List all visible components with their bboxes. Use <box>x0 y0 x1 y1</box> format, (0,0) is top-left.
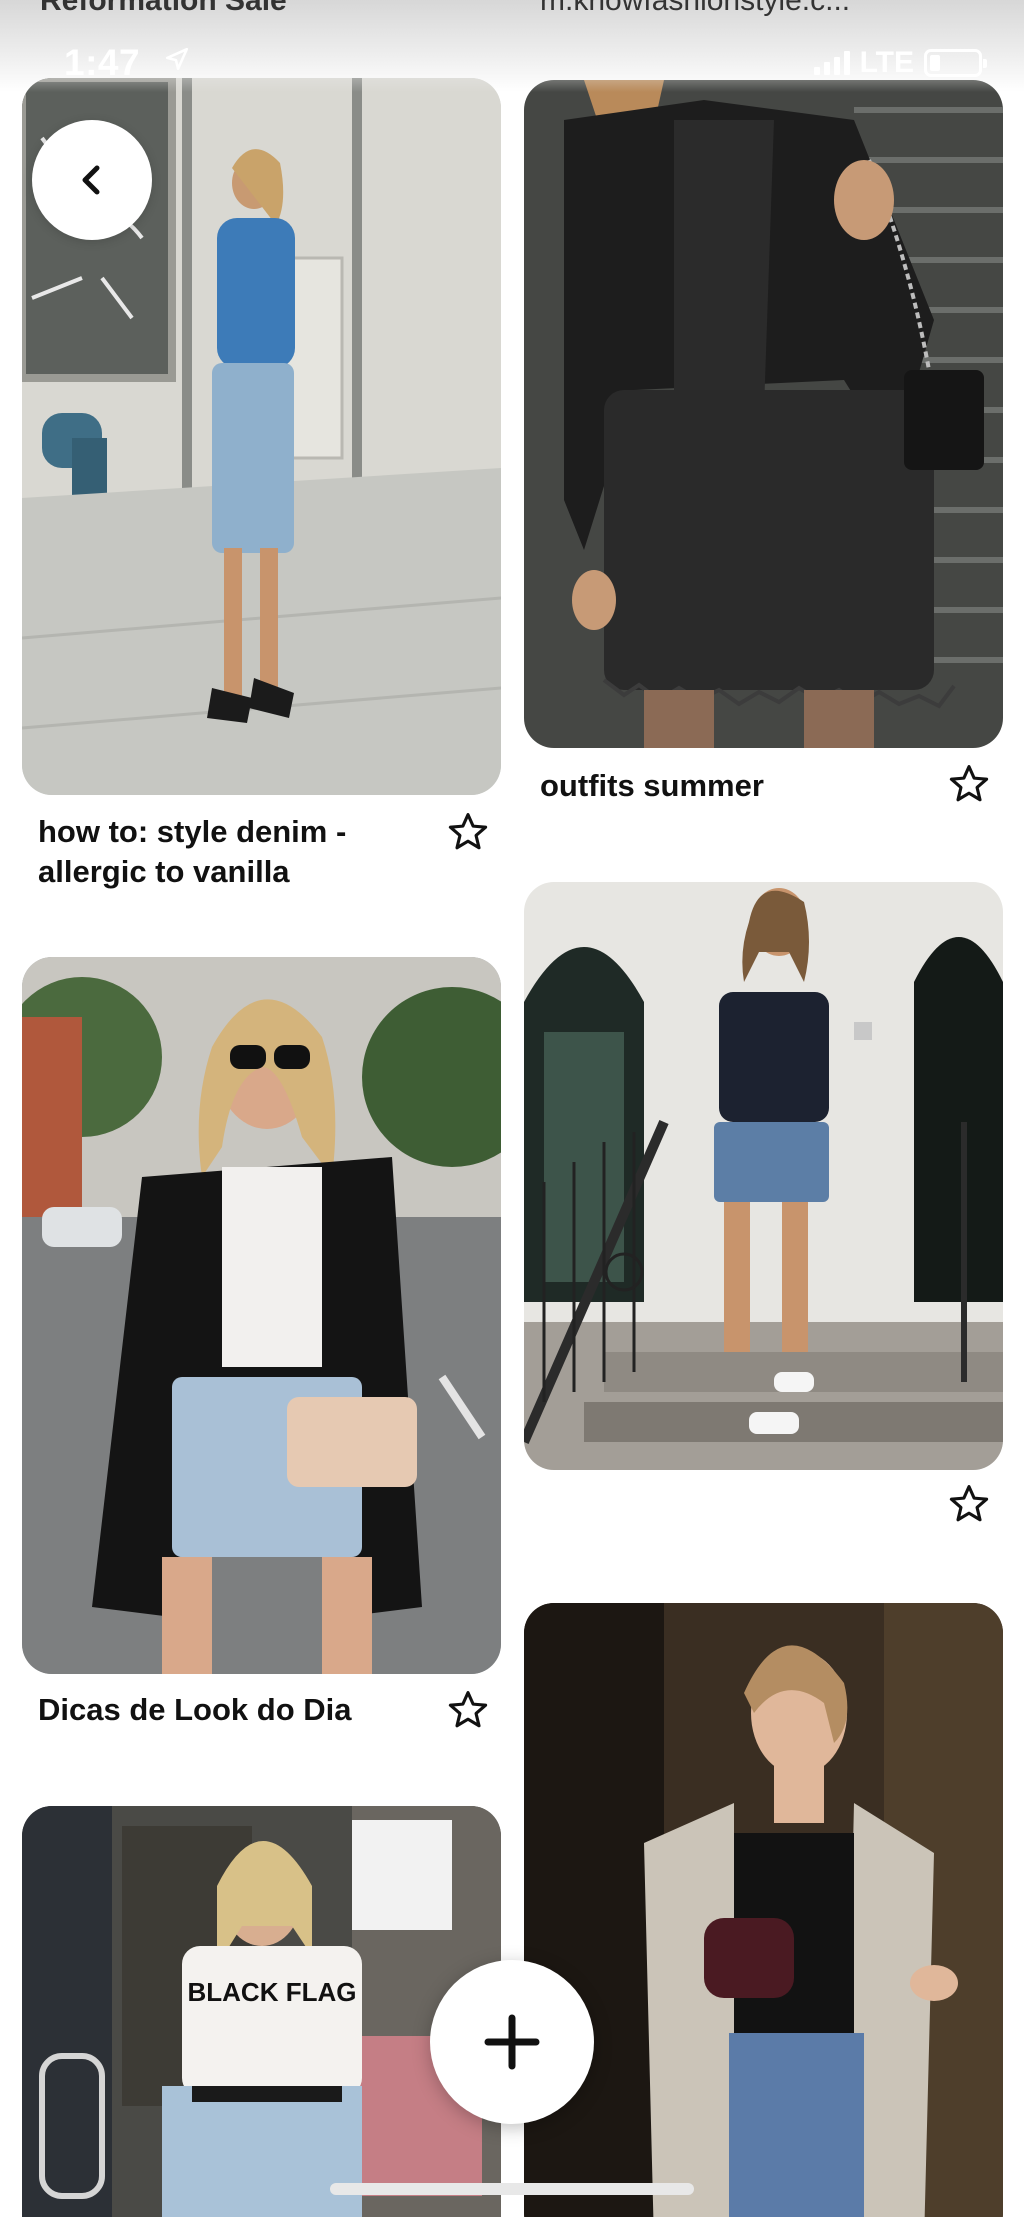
status-time: 1:47 <box>64 42 141 83</box>
save-star-icon[interactable] <box>947 1482 991 1526</box>
network-label: LTE <box>859 46 914 79</box>
save-star-icon[interactable] <box>446 810 490 854</box>
status-indicators: LTE <box>813 46 987 80</box>
pin-title[interactable]: outfits summer <box>540 766 764 806</box>
pin-image-leather-jacket[interactable] <box>524 80 1003 748</box>
add-pin-button[interactable] <box>430 1960 594 2124</box>
graphic-tee-print: BLACK FLAG <box>188 1977 357 2007</box>
previous-header-url: m.knowfashionstyle.c... <box>540 0 851 17</box>
pin-title[interactable]: Dicas de Look do Dia <box>38 1690 352 1730</box>
battery-icon <box>924 49 987 77</box>
pin-image-black-blazer[interactable] <box>22 957 501 1674</box>
pin-image-steps-denim[interactable] <box>524 882 1003 1470</box>
back-button[interactable] <box>32 120 152 240</box>
home-indicator <box>330 2183 694 2195</box>
pin-title-line2[interactable]: allergic to vanilla <box>38 852 290 892</box>
location-arrow-icon <box>165 47 189 71</box>
previous-header-text: Reformation Sale <box>40 0 287 17</box>
plus-icon <box>484 2014 540 2070</box>
save-star-icon[interactable] <box>446 1688 490 1732</box>
pin-image-cardigan[interactable] <box>524 1603 1003 2217</box>
save-star-icon[interactable] <box>947 762 991 806</box>
signal-bars-icon <box>813 51 850 75</box>
pin-title-line1[interactable]: how to: style denim - <box>38 812 346 852</box>
pin-image-graphic-tee[interactable]: BLACK FLAG <box>22 1806 501 2217</box>
chevron-left-icon <box>82 165 100 195</box>
